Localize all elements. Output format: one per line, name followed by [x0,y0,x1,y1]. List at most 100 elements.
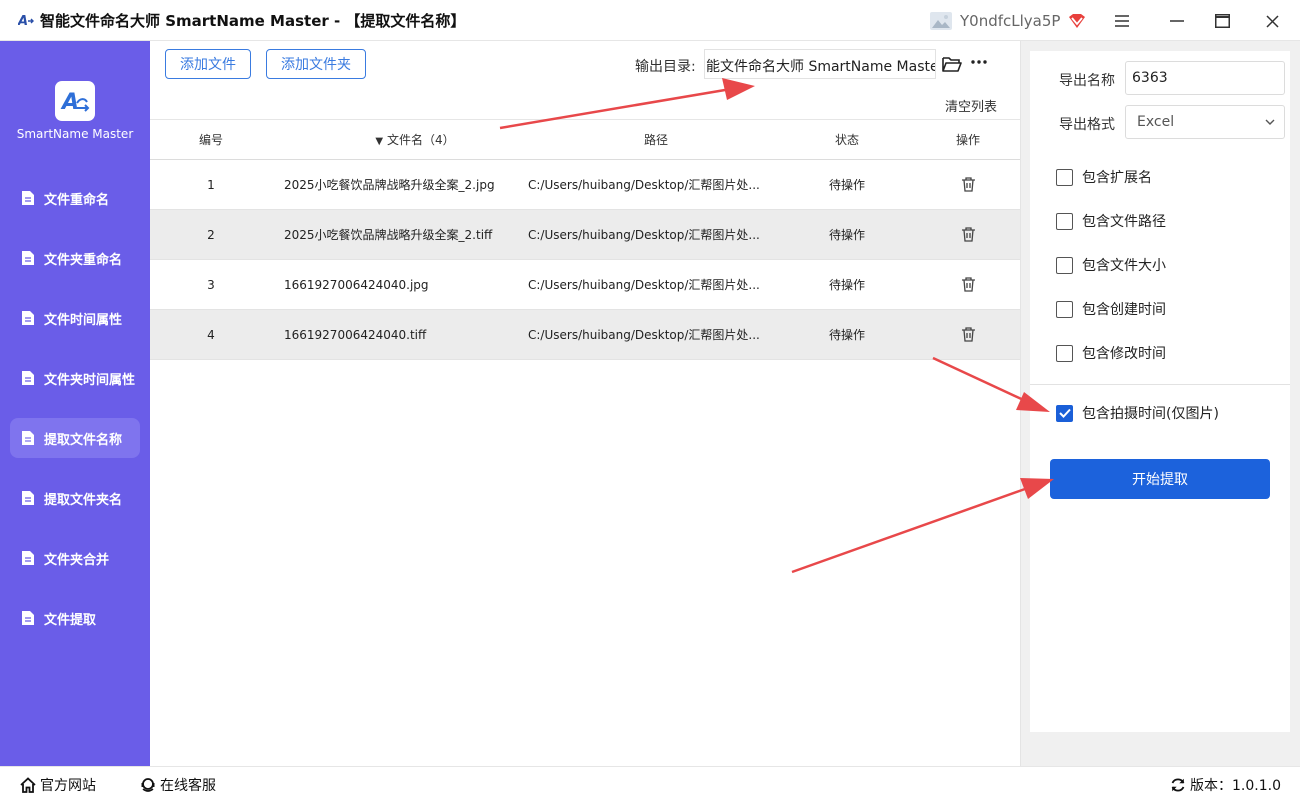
option-include-extension[interactable]: 包含扩展名 [1056,167,1152,187]
avatar-icon [930,12,952,30]
document-icon [22,551,34,565]
trash-icon[interactable] [961,177,975,192]
add-folder-button[interactable]: 添加文件夹 [266,49,366,79]
option-include-created[interactable]: 包含创建时间 [1056,299,1166,319]
export-name-label: 导出名称 [1059,73,1115,89]
option-label: 包含创建时间 [1082,302,1166,318]
document-icon [22,431,34,445]
sidebar-item-folder-merge[interactable]: 文件夹合并 [10,538,140,578]
row-filename: 1661927006424040.tiff [284,327,427,342]
trash-icon[interactable] [961,277,975,292]
sidebar-item-label: 提取文件名称 [44,432,123,448]
table-header: 编号 ▼ 文件名（4） 路径 状态 操作 [150,119,1020,160]
row-status: 待操作 [828,328,865,342]
start-extract-button[interactable]: 开始提取 [1050,459,1270,499]
version-label: 版本：1.0.1.0 [1190,778,1281,794]
row-status: 待操作 [828,278,865,292]
header-filename[interactable]: ▼ 文件名（4） [272,131,522,148]
minimize-icon[interactable] [1164,8,1190,34]
table-row[interactable]: 1 2025小吃餐饮品牌战略升级全案_2.jpg C:/Users/huiban… [150,160,1020,210]
home-icon [20,777,36,793]
table-row[interactable]: 4 1661927006424040.tiff C:/Users/huibang… [150,310,1020,360]
more-icon[interactable] [970,53,988,69]
official-website-label: 官方网站 [40,778,96,794]
table-row[interactable]: 3 1661927006424040.jpg C:/Users/huibang/… [150,260,1020,310]
document-icon [22,611,34,625]
official-website-link[interactable]: 官方网站 [20,775,96,795]
clear-list-button[interactable]: 清空列表 [945,96,997,115]
header-num: 编号 [198,133,223,147]
option-label: 包含拍摄时间(仅图片) [1082,406,1219,422]
document-icon [22,251,34,265]
checkbox-checked[interactable] [1056,404,1073,422]
title-bar: A 智能文件命名大师 SmartName Master - 【提取文件名称】 Y… [0,0,1300,41]
chevron-down-icon [1265,119,1275,125]
table-row[interactable]: 2 2025小吃餐饮品牌战略升级全案_2.tiff C:/Users/huiba… [150,210,1020,260]
row-path: C:/Users/huibang/Desktop/汇帮图片处... [528,278,760,292]
logo: A [55,81,95,121]
option-label: 包含文件大小 [1082,258,1166,274]
add-file-button[interactable]: 添加文件 [165,49,251,79]
user-account[interactable]: Y0ndfcLlya5P [930,8,1086,34]
sidebar-item-label: 文件重命名 [44,192,110,208]
checkbox[interactable] [1056,300,1073,318]
sidebar-item-label: 文件夹时间属性 [44,372,136,388]
file-table: 编号 ▼ 文件名（4） 路径 状态 操作 1 2025小吃餐饮品牌战略升级全案_… [150,119,1020,360]
checkmark-icon [1058,408,1071,418]
option-label: 包含文件路径 [1082,214,1166,230]
row-filename: 1661927006424040.jpg [284,277,429,292]
option-label: 包含扩展名 [1082,170,1152,186]
export-format-select[interactable]: Excel [1125,105,1285,139]
trash-icon[interactable] [961,327,975,342]
checkbox[interactable] [1056,344,1073,362]
header-status: 状态 [834,133,859,147]
trash-icon[interactable] [961,227,975,242]
output-dir-field[interactable]: 能文件命名大师 SmartName Master [704,49,936,79]
checkbox[interactable] [1056,212,1073,230]
row-path: C:/Users/huibang/Desktop/汇帮图片处... [528,228,760,242]
export-name-input[interactable]: 6363 [1125,61,1285,95]
sidebar: A SmartName Master [0,41,150,766]
checkbox[interactable] [1056,168,1073,186]
checkbox[interactable] [1056,256,1073,274]
sidebar-item-folder-time[interactable]: 文件夹时间属性 [10,358,140,398]
sidebar-item-folder-rename[interactable]: 文件夹重命名 [10,238,140,278]
vip-badge-icon [1069,14,1086,28]
maximize-icon[interactable] [1209,8,1235,34]
row-path: C:/Users/huibang/Desktop/汇帮图片处... [528,328,760,342]
row-filename: 2025小吃餐饮品牌战略升级全案_2.jpg [284,178,495,192]
sidebar-item-file-rename[interactable]: 文件重命名 [10,178,140,218]
header-path: 路径 [643,133,668,147]
folder-open-icon[interactable] [942,55,962,73]
online-support-link[interactable]: 在线客服 [140,775,216,795]
sidebar-item-file-extract[interactable]: 文件提取 [10,598,140,638]
row-filename: 2025小吃餐饮品牌战略升级全案_2.tiff [284,228,493,242]
option-include-path[interactable]: 包含文件路径 [1056,211,1166,231]
option-include-size[interactable]: 包含文件大小 [1056,255,1166,275]
output-dir-label: 输出目录: [635,59,696,75]
close-icon[interactable] [1259,8,1285,34]
export-format-label: 导出格式 [1059,117,1115,133]
document-icon [22,311,34,325]
sidebar-item-label: 文件夹重命名 [44,252,123,268]
header-filename-label: 文件名（4） [386,133,455,147]
logo-text: SmartName Master [16,127,134,141]
row-num: 2 [207,227,215,242]
option-include-modified[interactable]: 包含修改时间 [1056,343,1166,363]
refresh-icon [1171,778,1185,792]
footer: 官方网站 在线客服 版本：1.0.1.0 [0,766,1300,800]
row-num: 1 [207,177,215,192]
menu-icon[interactable] [1109,8,1135,34]
row-num: 3 [207,277,215,292]
option-include-shot-time[interactable]: 包含拍摄时间(仅图片) [1056,403,1219,423]
window-title: 智能文件命名大师 SmartName Master - 【提取文件名称】 [40,11,466,30]
sidebar-item-extract-foldername[interactable]: 提取文件夹名 [10,478,140,518]
sort-desc-icon: ▼ [375,136,384,147]
sidebar-item-extract-filename[interactable]: 提取文件名称 [10,418,140,458]
options-card [1030,51,1290,732]
document-icon [22,371,34,385]
headset-icon [141,778,155,792]
svg-text:A: A [18,14,28,28]
online-support-label: 在线客服 [160,778,216,794]
sidebar-item-file-time[interactable]: 文件时间属性 [10,298,140,338]
